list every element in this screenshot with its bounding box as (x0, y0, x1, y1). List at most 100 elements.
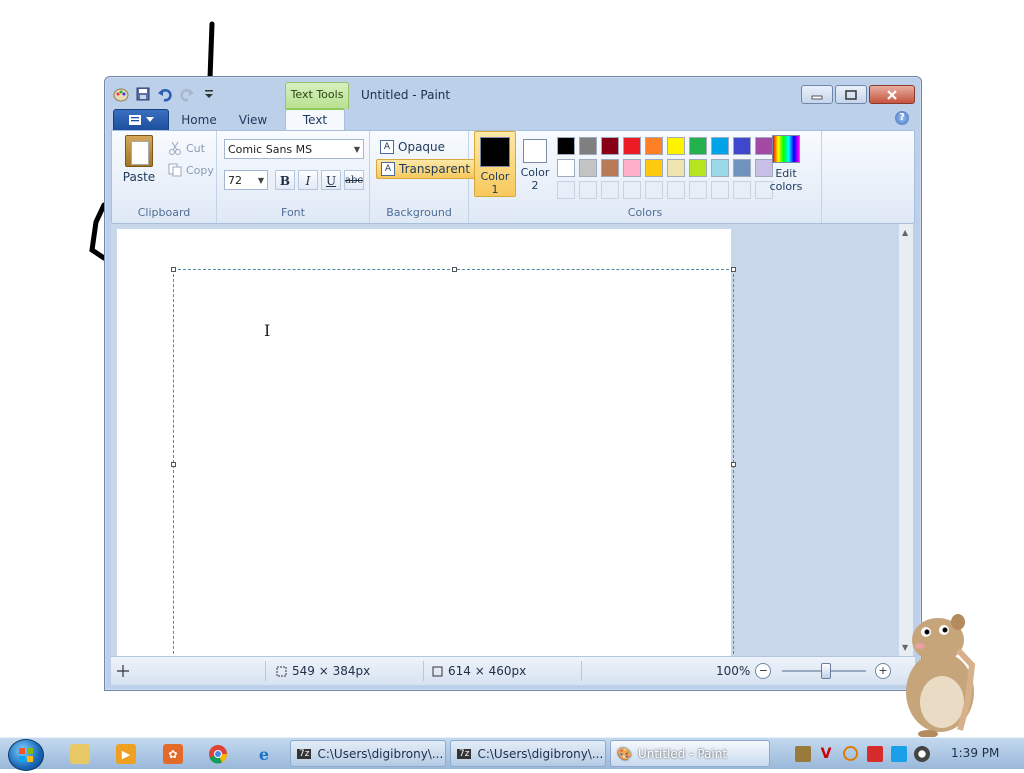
taskbar-item-7zip-1[interactable]: 7z C:\Users\digibrony\... (290, 740, 446, 767)
zoom-out-icon[interactable]: − (755, 663, 772, 679)
palette-swatch-r2-c2[interactable] (579, 159, 597, 177)
resize-handle-right[interactable] (731, 462, 736, 467)
transparent-button[interactable]: A Transparent (376, 159, 476, 179)
palette-swatch-r2-c3[interactable] (601, 159, 619, 177)
network-icon[interactable] (891, 746, 907, 762)
redo-icon[interactable] (179, 86, 195, 102)
font-family-select[interactable]: Comic Sans MS ▼ (224, 139, 364, 159)
zoom-in-wrap: + (875, 657, 891, 685)
tab-home[interactable]: Home (175, 110, 223, 130)
taskbar-item-7zip-2[interactable]: 7z C:\Users\digibrony\... (450, 740, 606, 767)
resize-handle-top[interactable] (452, 267, 457, 272)
hamster-mascot (906, 614, 976, 738)
close-button[interactable] (869, 85, 915, 104)
custom-color-slot[interactable] (711, 181, 729, 199)
italic-button[interactable]: I (298, 170, 318, 190)
copy-label: Copy (186, 163, 214, 177)
text-tools-contextual-tab: Text Tools (285, 82, 349, 109)
vertical-scrollbar[interactable]: ▲ ▼ (899, 224, 913, 656)
7zip-icon: 7z (457, 748, 472, 759)
explorer-icon[interactable] (70, 744, 90, 764)
chevron-down-icon: ▼ (257, 176, 264, 185)
palette-swatch-r2-c6[interactable] (667, 159, 685, 177)
start-button[interactable] (8, 739, 44, 771)
palette-swatch-r1-c6[interactable] (667, 137, 685, 155)
tab-view[interactable]: View (233, 110, 273, 130)
palette-swatch-r2-c5[interactable] (645, 159, 663, 177)
palette-swatch-r2-c1[interactable] (557, 159, 575, 177)
custom-color-slot[interactable] (601, 181, 619, 199)
action-center-flag-icon[interactable] (867, 746, 883, 762)
background-group-label: Background (386, 206, 452, 219)
opaque-button[interactable]: A Opaque (376, 137, 449, 157)
custom-color-slot[interactable] (733, 181, 751, 199)
color2-button[interactable]: Color 2 (517, 131, 553, 195)
internet-explorer-icon[interactable]: e (254, 744, 274, 764)
tab-text[interactable]: Text (285, 108, 345, 132)
media-player-icon[interactable]: ▶ (116, 744, 136, 764)
paste-button[interactable]: Paste (122, 135, 156, 189)
paint-icon: 🎨 (617, 746, 632, 761)
color2-label-line2: 2 (531, 179, 539, 192)
minimize-button[interactable] (801, 85, 833, 104)
help-icon[interactable]: ? (895, 111, 909, 125)
color1-button[interactable]: Color 1 (474, 131, 516, 197)
palette-swatch-r2-c7[interactable] (689, 159, 707, 177)
strikethrough-button[interactable]: abc (344, 170, 364, 190)
resize-handle-top-right[interactable] (731, 267, 736, 272)
tray-app-icon[interactable] (795, 746, 811, 762)
palette-swatch-r2-c9[interactable] (733, 159, 751, 177)
tray-v-icon[interactable]: V (818, 746, 834, 762)
image-size-icon (432, 666, 443, 677)
custom-color-slot[interactable] (689, 181, 707, 199)
app-icon[interactable]: ✿ (163, 744, 183, 764)
custom-color-slot[interactable] (667, 181, 685, 199)
customize-qat-chevron-icon[interactable] (201, 86, 217, 102)
maximize-button[interactable] (835, 85, 867, 104)
custom-color-slot[interactable] (579, 181, 597, 199)
font-family-value: Comic Sans MS (228, 143, 313, 156)
opaque-label: Opaque (398, 140, 446, 154)
color-spectrum-icon (772, 135, 800, 163)
selection-size-value: 549 × 384px (292, 664, 371, 678)
transparent-label: Transparent (399, 162, 471, 176)
paint-app-icon[interactable] (113, 86, 129, 102)
palette-swatch-r1-c4[interactable] (623, 137, 641, 155)
taskbar-item-paint[interactable]: 🎨 Untitled - Paint (610, 740, 770, 767)
palette-swatch-r1-c3[interactable] (601, 137, 619, 155)
text-box-selection[interactable] (171, 267, 736, 656)
palette-swatch-r1-c9[interactable] (733, 137, 751, 155)
palette-swatch-r2-c4[interactable] (623, 159, 641, 177)
zoom-slider-thumb[interactable] (821, 663, 831, 679)
palette-swatch-r1-c7[interactable] (689, 137, 707, 155)
status-separator (265, 661, 266, 681)
paint-menu-button[interactable] (113, 109, 169, 131)
edit-colors-button[interactable]: Edit colors (769, 133, 803, 193)
resize-handle-left[interactable] (171, 462, 176, 467)
chrome-icon[interactable] (208, 744, 228, 764)
custom-color-slot[interactable] (557, 181, 575, 199)
underline-button[interactable]: U (321, 170, 341, 190)
palette-swatch-r1-c2[interactable] (579, 137, 597, 155)
palette-swatch-r1-c1[interactable] (557, 137, 575, 155)
cut-button[interactable]: Cut (168, 141, 205, 155)
volume-icon[interactable] (914, 746, 930, 762)
taskbar-clock[interactable]: 1:39 PM (951, 738, 999, 769)
undo-icon[interactable] (157, 86, 173, 102)
cut-label: Cut (186, 141, 205, 155)
custom-color-slot[interactable] (645, 181, 663, 199)
copy-button[interactable]: Copy (168, 163, 214, 177)
tray-search-icon[interactable] (843, 746, 858, 761)
font-group-label: Font (281, 206, 305, 219)
font-size-select[interactable]: 72 ▼ (224, 170, 268, 190)
zoom-in-icon[interactable]: + (875, 663, 891, 679)
palette-swatch-r2-c8[interactable] (711, 159, 729, 177)
save-icon[interactable] (135, 86, 151, 102)
scroll-up-icon[interactable]: ▲ (902, 228, 908, 237)
palette-swatch-r1-c5[interactable] (645, 137, 663, 155)
status-separator (581, 661, 582, 681)
resize-handle-top-left[interactable] (171, 267, 176, 272)
custom-color-slot[interactable] (623, 181, 641, 199)
palette-swatch-r1-c8[interactable] (711, 137, 729, 155)
bold-button[interactable]: B (275, 170, 295, 190)
